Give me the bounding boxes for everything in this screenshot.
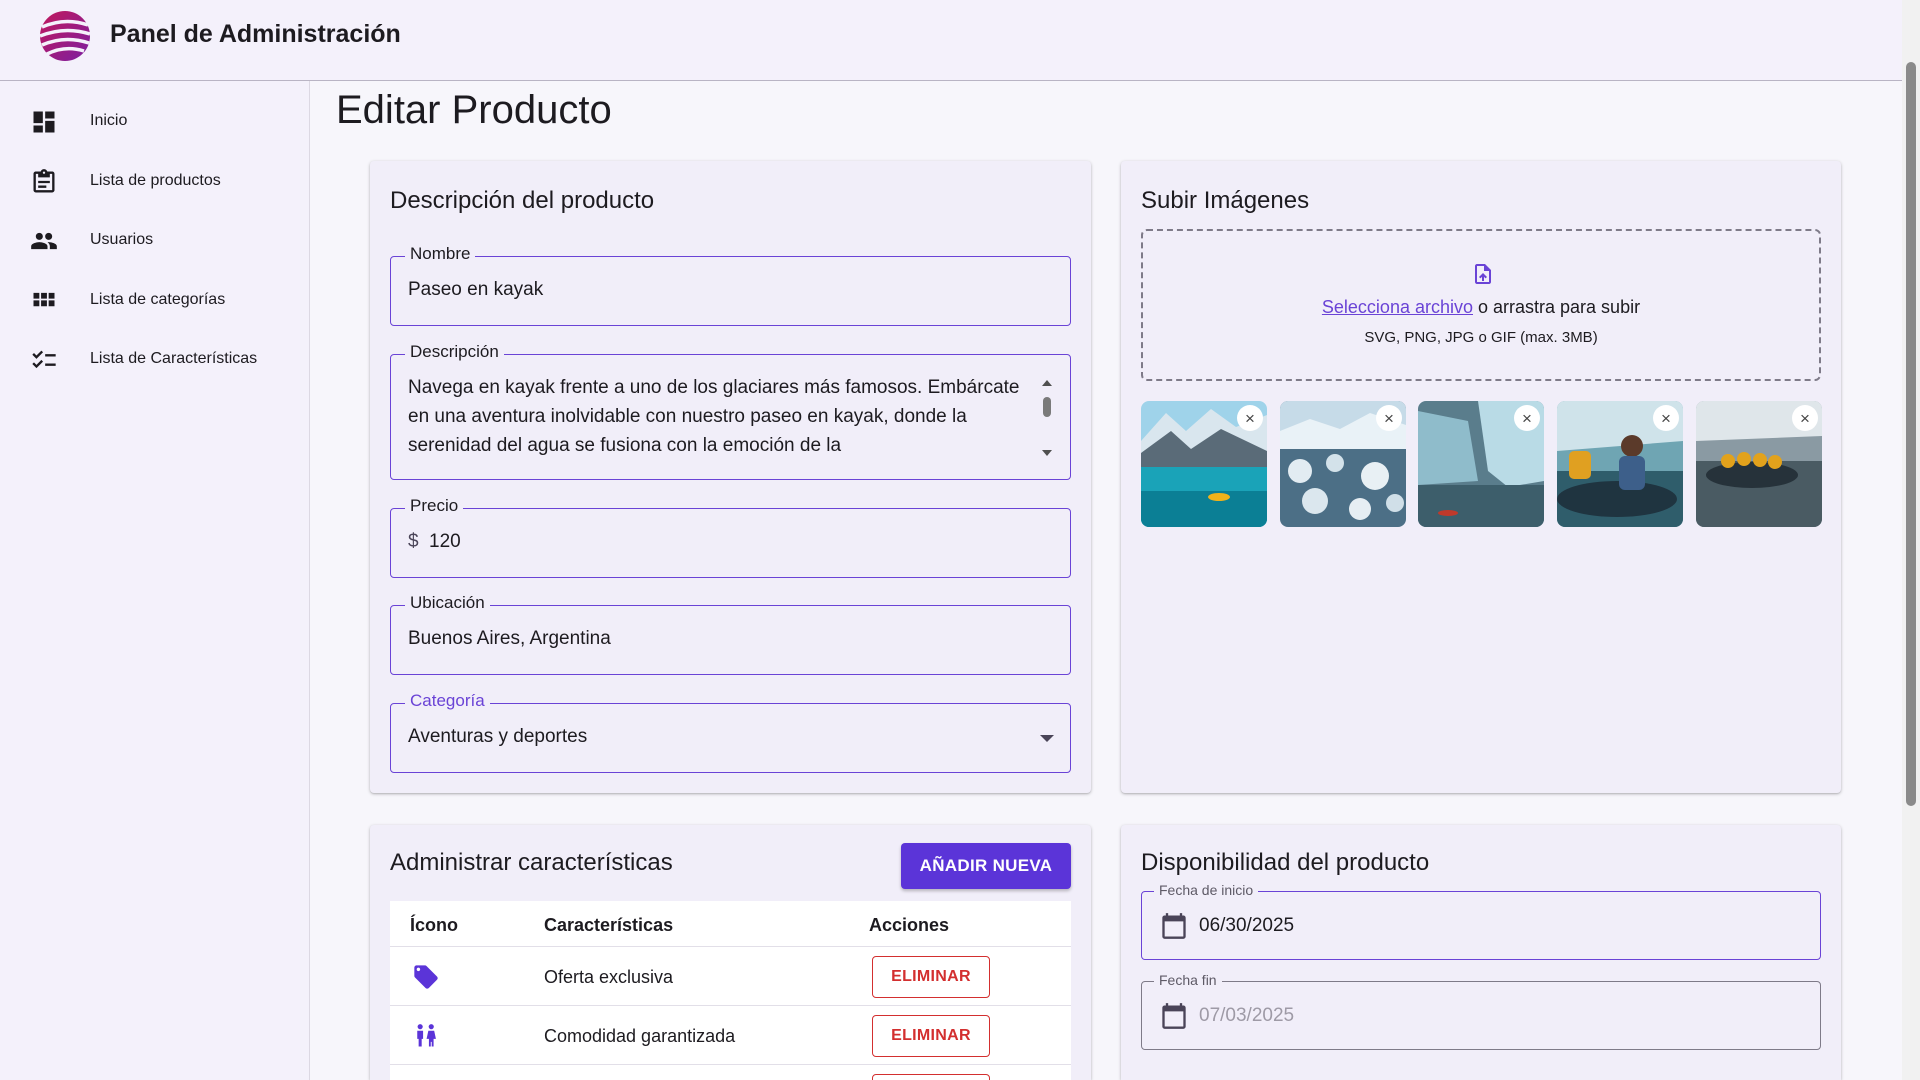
sidebar-item-label: Lista de Características [90,350,258,367]
sidebar-item-caracteristicas[interactable]: Lista de Características [0,332,309,388]
family-icon [417,1024,436,1047]
end-date-value: 07/03/2025 [1199,1005,1295,1026]
grid-icon [33,292,55,307]
name-value: Paseo en kayak [408,279,544,300]
product-description-card: Descripción del producto Nombre Paseo en… [370,161,1091,793]
image-thumbnail[interactable]: × [1696,401,1822,527]
image-thumbnail[interactable]: × [1418,401,1544,527]
image-thumbnail[interactable]: × [1141,401,1267,527]
category-select[interactable]: Categoría Aventuras y deportes [390,691,1071,773]
features-table: Ícono Características Acciones Oferta ex… [390,901,1071,1080]
window-scrollbar[interactable] [1902,0,1920,1080]
delete-button[interactable] [872,1074,990,1080]
sidebar: Inicio Lista de productos Usuarios Lista… [0,81,310,1080]
column-header: Características [544,915,674,935]
field-label: Categoría [405,691,490,711]
add-feature-button[interactable]: AÑADIR NUEVA [901,843,1071,889]
name-field[interactable]: Nombre Paseo en kayak [390,244,1071,326]
field-label: Nombre [405,244,476,264]
sidebar-item-inicio[interactable]: Inicio [0,94,309,150]
people-icon [31,232,57,250]
sidebar-item-label: Inicio [90,112,128,129]
card-title: Administrar características [390,849,673,876]
chevron-down-icon [1040,735,1054,742]
dashboard-icon [33,111,55,133]
start-date-value: 06/30/2025 [1199,915,1295,936]
start-date-field[interactable]: Fecha de inicio 06/30/2025 [1141,882,1821,960]
price-value: 120 [429,531,461,552]
column-header: Ícono [410,915,458,935]
table-row [390,1064,1071,1080]
close-icon[interactable]: × [1792,405,1818,431]
sidebar-item-label: Lista de categorías [90,291,226,308]
logo-icon [39,11,91,61]
description-value: Navega en kayak frente a uno de los glac… [408,377,1020,456]
dropzone-text: Selecciona archivo o arrastra para subir [1143,297,1819,318]
clipboard-icon [33,169,55,193]
field-label: Descripción [405,342,504,362]
field-label: Ubicación [405,593,490,613]
textarea-scrollbar[interactable] [1040,377,1054,459]
page-title: Editar Producto [336,88,612,132]
upload-file-icon [1475,264,1491,284]
image-thumbnail[interactable]: × [1280,401,1406,527]
app-bar: Panel de Administración [0,0,1902,81]
column-header: Acciones [869,915,950,935]
calendar-icon[interactable] [1160,1002,1188,1030]
close-icon[interactable]: × [1376,405,1402,431]
location-value: Buenos Aires, Argentina [408,628,611,649]
dropzone-hint: SVG, PNG, JPG o GIF (max. 3MB) [1364,329,1598,346]
delete-button[interactable]: ELIMINAR [872,1015,990,1057]
image-dropzone[interactable]: Selecciona archivo o arrastra para subir… [1141,229,1821,381]
app-title: Panel de Administración [110,20,401,48]
close-icon[interactable]: × [1514,405,1540,431]
field-label: Fecha de inicio [1154,882,1259,898]
calendar-icon[interactable] [1160,912,1188,940]
card-title: Descripción del producto [390,187,655,214]
sidebar-item-productos[interactable]: Lista de productos [0,154,309,210]
card-title: Subir Imágenes [1141,187,1310,214]
scrollbar-thumb[interactable] [1906,62,1916,806]
image-thumbnail[interactable]: × [1557,401,1683,527]
card-title: Disponibilidad del producto [1141,849,1430,876]
delete-button[interactable]: ELIMINAR [872,956,990,998]
sidebar-item-label: Lista de productos [90,172,221,189]
dropzone-rest-text: o arrastra para subir [1473,297,1641,317]
checklist-icon [32,350,56,369]
feature-name: Comodidad garantizada [544,1026,736,1046]
select-file-link[interactable]: Selecciona archivo [1322,297,1473,317]
location-field[interactable]: Ubicación Buenos Aires, Argentina [390,593,1071,675]
end-date-field[interactable]: Fecha fin 07/03/2025 [1141,972,1821,1050]
category-value: Aventuras y deportes [408,726,588,747]
description-field[interactable]: Descripción Navega en kayak frente a uno… [390,342,1071,480]
tag-icon [414,965,438,989]
sidebar-item-usuarios[interactable]: Usuarios [0,213,309,269]
field-label: Fecha fin [1154,972,1222,988]
sidebar-item-categorias[interactable]: Lista de categorías [0,273,309,329]
price-field[interactable]: Precio $ 120 [390,496,1071,578]
table-row: Comodidad garantizada ELIMINAR [390,1005,1071,1064]
table-row: Oferta exclusiva ELIMINAR [390,946,1071,1005]
close-icon[interactable]: × [1237,405,1263,431]
field-label: Precio [405,496,464,516]
close-icon[interactable]: × [1653,405,1679,431]
sidebar-item-label: Usuarios [90,231,154,248]
feature-name: Oferta exclusiva [544,967,674,987]
currency-prefix: $ [408,531,419,552]
